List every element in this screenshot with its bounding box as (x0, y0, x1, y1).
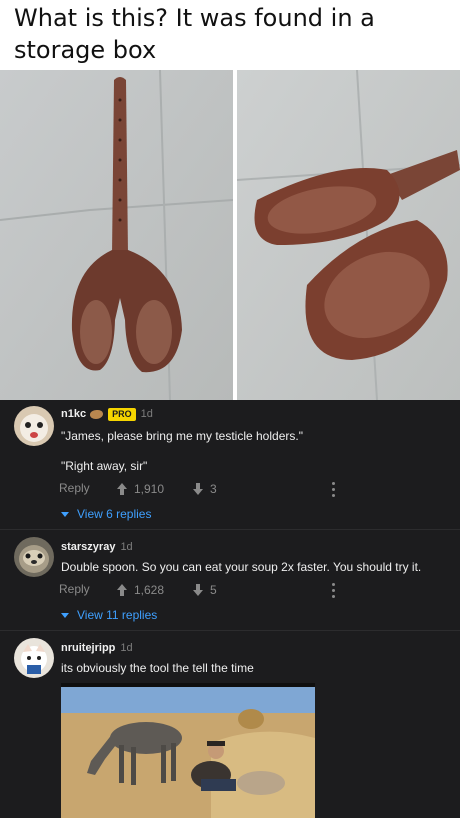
more-vertical-icon[interactable] (329, 481, 339, 497)
caret-down-icon (61, 511, 69, 517)
arrow-up-icon (117, 584, 127, 596)
potato-badge-icon (90, 409, 104, 419)
comment-meta: starszyray 1d (61, 540, 133, 554)
comment-text: its obviously the tool the tell the time (61, 661, 254, 675)
caret-down-icon (61, 612, 69, 618)
post-images[interactable] (0, 70, 460, 400)
comment-meta: nruitejripp 1d (61, 641, 133, 655)
reply-button[interactable]: Reply (59, 582, 90, 596)
comment-text: "Right away, sir" (61, 459, 148, 473)
reply-button[interactable]: Reply (59, 481, 90, 495)
avatar[interactable] (14, 638, 54, 678)
comment-actions: Reply 1,910 3 (59, 479, 335, 499)
view-replies-link[interactable]: View 11 replies (61, 607, 157, 623)
post-title: What is this? It was found in a storage … (14, 4, 375, 64)
comment-gif[interactable] (61, 683, 315, 818)
timestamp: 1d (120, 642, 133, 654)
view-replies-label: View 6 replies (77, 507, 152, 521)
timestamp: 1d (140, 408, 153, 420)
arrow-down-icon (193, 584, 203, 596)
comment-text: "James, please bring me my testicle hold… (61, 429, 303, 443)
comment-meta: n1kc PRO 1d (61, 407, 153, 421)
downvote-button[interactable]: 3 (192, 479, 232, 499)
timestamp: 1d (120, 541, 133, 553)
view-replies-label: View 11 replies (77, 608, 158, 622)
more-vertical-icon[interactable] (329, 582, 339, 598)
comment-text: Double spoon. So you can eat your soup 2… (61, 560, 422, 574)
pro-badge: PRO (108, 407, 136, 421)
photo-spoon-closeup[interactable] (237, 70, 460, 400)
downvote-button[interactable]: 5 (192, 580, 232, 600)
post-header: What is this? It was found in a storage … (0, 0, 460, 70)
username[interactable]: starszyray (61, 540, 115, 554)
arrow-up-icon (117, 483, 127, 495)
downvote-count: 5 (210, 583, 217, 597)
username[interactable]: nruitejripp (61, 641, 115, 655)
avatar[interactable] (14, 406, 54, 446)
divider (0, 529, 460, 530)
arrow-down-icon (193, 483, 203, 495)
upvote-button[interactable]: 1,910 (116, 479, 176, 499)
downvote-count: 3 (210, 482, 217, 496)
upvote-count: 1,628 (134, 583, 165, 597)
upvote-button[interactable]: 1,628 (116, 580, 176, 600)
username[interactable]: n1kc (61, 407, 86, 421)
avatar[interactable] (14, 537, 54, 577)
comment-actions: Reply 1,628 5 (59, 580, 335, 600)
divider (0, 630, 460, 631)
photo-spoon-front[interactable] (0, 70, 233, 400)
view-replies-link[interactable]: View 6 replies (61, 506, 151, 522)
upvote-count: 1,910 (134, 482, 165, 496)
